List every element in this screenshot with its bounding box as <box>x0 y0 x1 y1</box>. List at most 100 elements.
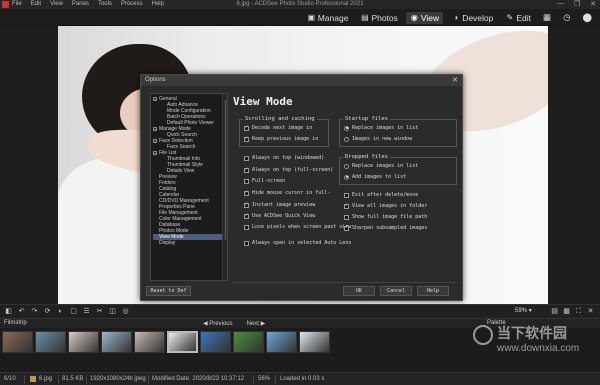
checkbox-icon[interactable]: ✓ <box>244 167 249 173</box>
status-zoom: 56% <box>258 376 271 382</box>
radio-option[interactable]: Add images to list <box>344 174 406 180</box>
dialog-close-icon[interactable]: ✕ <box>452 76 458 84</box>
filmstrip-thumbnail[interactable] <box>200 331 231 353</box>
checkbox-icon[interactable] <box>244 178 249 184</box>
tree-expander-icon[interactable]: − <box>153 139 157 144</box>
option-label: Use ACDSee Quick View <box>252 213 316 219</box>
checkbox-option[interactable]: ✓ Sharpen subsampled images <box>344 225 427 231</box>
toolbar-tool-icon[interactable]: ⟳ <box>43 307 52 316</box>
checkbox-icon[interactable] <box>344 192 349 198</box>
toolbar-right-icon[interactable]: ▦ <box>562 307 571 316</box>
radio-icon[interactable] <box>344 163 349 169</box>
tree-expander-icon[interactable]: − <box>153 127 157 132</box>
checkbox-icon[interactable]: ✓ <box>344 225 349 231</box>
clock-icon[interactable]: ◷ <box>559 11 574 24</box>
checkbox-icon[interactable]: ✓ <box>244 213 249 219</box>
filmstrip-nav: ◀ Previous Next ▶ <box>203 320 265 327</box>
toolbar-tool-icon[interactable]: ↶ <box>17 307 26 316</box>
radio-option[interactable]: Replace images in list <box>344 163 418 169</box>
checkbox-icon[interactable]: ✓ <box>244 136 249 142</box>
checkbox-option[interactable]: Show full image file path <box>344 214 427 220</box>
checkbox-option[interactable]: ✓ Decode next image in <box>244 125 312 131</box>
toolbar-tool-icon[interactable]: ◐ <box>56 307 65 316</box>
option-label: Full-screen <box>252 178 286 184</box>
mode-develop-button[interactable]: ◑ Develop <box>447 12 497 24</box>
toolbar-tool-icon[interactable]: ▢ <box>69 307 78 316</box>
cancel-button[interactable]: Cancel <box>380 286 412 296</box>
ok-button[interactable]: OK <box>343 286 375 296</box>
mode-label: Develop <box>462 12 494 23</box>
checkbox-option[interactable]: Exit after delete/move <box>344 192 418 198</box>
checkbox-option[interactable]: ✓ Hide mouse cursor in full- <box>244 190 330 196</box>
filmstrip-thumbnail[interactable] <box>233 331 264 353</box>
checkbox-option[interactable]: ✓ Always on top (full-screen) <box>244 167 333 173</box>
reset-to-default-button[interactable]: Reset to Def <box>146 286 191 296</box>
help-button[interactable]: Help <box>417 286 449 296</box>
dashboard-icon[interactable]: ▦ <box>539 11 555 24</box>
checkbox-icon[interactable]: ✓ <box>244 190 249 196</box>
filmstrip-thumbnail[interactable] <box>2 331 33 353</box>
scrolling-group: Scrolling and caching <box>239 116 329 147</box>
toolbar-tool-icon[interactable]: ◫ <box>108 307 117 316</box>
checkbox-option[interactable]: Always on top (windowed) <box>244 155 324 161</box>
toolbar-tool-icon[interactable]: ◎ <box>121 307 130 316</box>
checkbox-option[interactable]: Full-screen <box>244 178 285 184</box>
filmstrip-thumbnail[interactable] <box>134 331 165 353</box>
checkbox-icon[interactable] <box>244 224 249 230</box>
filmstrip-thumbnail[interactable] <box>101 331 132 353</box>
checkbox-icon[interactable] <box>244 155 249 161</box>
watermark-url: www.downxia.com <box>497 343 580 354</box>
mode-view-button[interactable]: ◉ View <box>405 11 444 24</box>
profile-icon[interactable]: ⬤ <box>578 11 596 24</box>
filmstrip-thumbnail[interactable] <box>299 331 330 353</box>
tree-expander-icon[interactable]: − <box>153 151 157 156</box>
radio-option[interactable]: Images in new window <box>344 136 412 142</box>
tree-node[interactable]: Display <box>153 240 225 246</box>
minimize-icon[interactable]: — <box>557 0 564 8</box>
toolbar-right-icon[interactable]: ▤ <box>550 307 559 316</box>
watermark-title: 当下软件园 <box>497 325 567 341</box>
zoom-control[interactable]: 59% ▾ <box>515 307 532 316</box>
radio-icon[interactable] <box>344 174 349 180</box>
checkbox-option[interactable]: ✓ Use ACDSee Quick View <box>244 213 315 219</box>
mode-photos-button[interactable]: ▤ Photos <box>356 12 401 24</box>
zoom-dropdown-icon[interactable]: ▾ <box>529 308 532 314</box>
previous-button[interactable]: ◀ Previous <box>203 320 233 327</box>
radio-option[interactable]: Replace images in list <box>344 125 418 131</box>
filmstrip-thumbnail[interactable] <box>68 331 99 353</box>
tree-scrollbar[interactable] <box>222 94 227 280</box>
toolbar-tool-icon[interactable]: ↷ <box>30 307 39 316</box>
radio-icon[interactable] <box>344 125 349 131</box>
mode-edit-button[interactable]: ✎ Edit <box>501 12 535 24</box>
radio-icon[interactable] <box>344 136 349 142</box>
tree-scroll-thumb[interactable] <box>224 100 227 240</box>
tree-expander-icon[interactable]: − <box>153 97 157 102</box>
options-tree[interactable]: − General Auto Advance Mode Configuration Ba… <box>150 93 228 281</box>
mode-manage-button[interactable]: ▣ Manage <box>303 12 353 24</box>
filmstrip-thumbnail[interactable] <box>167 331 198 353</box>
zoom-value[interactable]: 59% <box>515 308 527 314</box>
toolbar-tool-icon[interactable]: ◧ <box>4 307 13 316</box>
toolbar-tool-icon[interactable]: ✂ <box>95 307 104 316</box>
next-button[interactable]: Next ▶ <box>247 320 266 327</box>
checkbox-icon[interactable]: ✓ <box>244 125 249 131</box>
filmstrip-thumbnail[interactable] <box>266 331 297 353</box>
checkbox-icon[interactable] <box>344 214 349 220</box>
checkbox-option[interactable]: ✓ Instant image preview <box>244 202 315 208</box>
site-watermark: 当下软件园 www.downxia.com <box>473 323 600 363</box>
filmstrip-thumbnail[interactable] <box>35 331 66 353</box>
toolbar-right-icon[interactable]: ⛶ <box>574 307 583 316</box>
checkbox-icon[interactable]: ✓ <box>344 203 349 209</box>
maximize-icon[interactable]: ❐ <box>574 0 580 8</box>
checkbox-option[interactable]: Always open in selected Auto Lens <box>244 240 351 246</box>
checkbox-icon[interactable]: ✓ <box>244 202 249 208</box>
develop-icon: ◑ <box>453 13 459 22</box>
toolbar-right-icon[interactable]: ✕ <box>586 307 595 316</box>
group-title: Scrolling and caching <box>243 116 317 122</box>
toolbar-tool-icon[interactable]: ☰ <box>82 307 91 316</box>
checkbox-option[interactable]: Lose pixels when screen past view <box>244 224 351 230</box>
close-window-icon[interactable]: ✕ <box>590 0 596 8</box>
checkbox-icon[interactable] <box>244 240 249 246</box>
checkbox-option[interactable]: ✓ Keep previous image in <box>244 136 318 142</box>
checkbox-option[interactable]: ✓ View all images in folder <box>344 203 427 209</box>
